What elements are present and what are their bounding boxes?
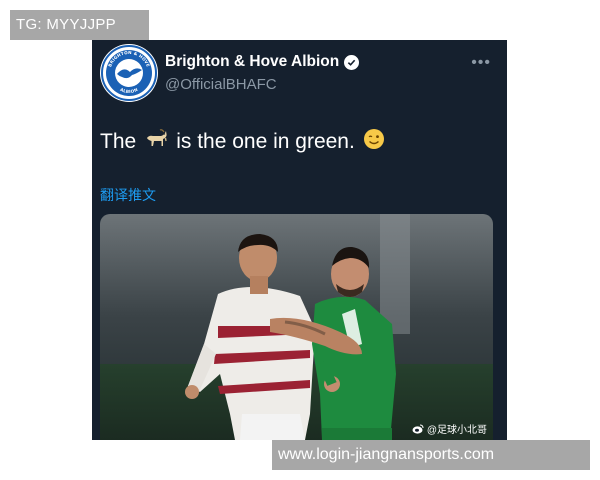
tweet-photo[interactable]: @足球小北哥 [100,214,493,440]
translate-tweet-link[interactable]: 翻译推文 [100,185,156,205]
bha-crest-logo: BRIGHTON & HOVE ALBION [101,45,157,101]
weibo-icon [412,424,424,434]
tweet-text: The is the one in green. [100,128,385,156]
display-name[interactable]: Brighton & Hove Albion [165,53,339,71]
tweet-card[interactable]: BRIGHTON & HOVE ALBION Brighton & Hove A… [92,40,507,440]
goat-icon [144,128,168,156]
winking-face-icon [363,128,385,156]
more-options-icon[interactable]: ••• [471,54,491,72]
avatar[interactable]: BRIGHTON & HOVE ALBION [100,44,158,102]
url-banner: www.login-jiangnansports.com [272,440,590,470]
verified-badge-icon [344,54,360,70]
tweet-text-before: The [100,130,137,153]
football-photo [100,214,493,440]
photo-watermark: @足球小北哥 [412,421,487,436]
tweet-text-after: is the one in green. [176,130,355,153]
tg-label: TG: MYYJJPP [10,10,149,40]
watermark-text: @足球小北哥 [426,425,487,436]
author-row[interactable]: Brighton & Hove Albion [165,53,360,71]
author-handle[interactable]: @OfficialBHAFC [165,76,277,93]
